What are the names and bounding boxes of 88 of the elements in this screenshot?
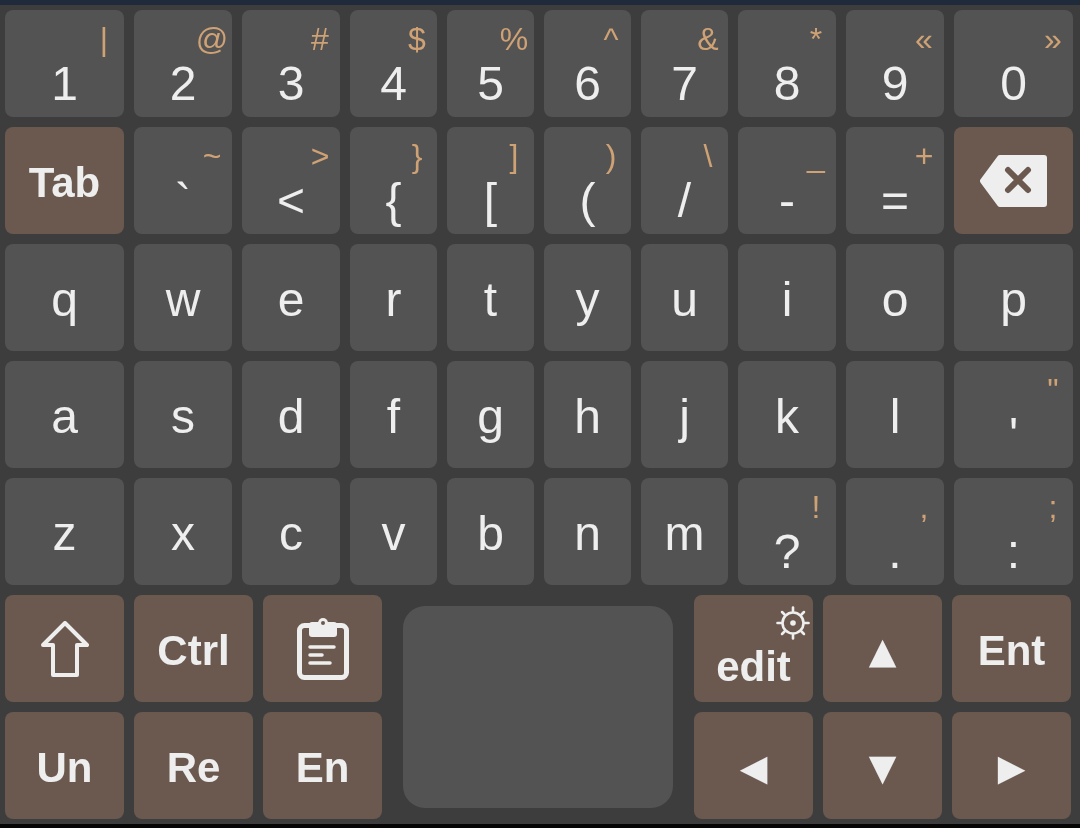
shift-symbol: \ (703, 140, 713, 172)
keyboard-key[interactable]: 2 @ (134, 10, 232, 117)
keyboard-key[interactable]: 9 « (846, 10, 944, 117)
up-arrow-icon (40, 620, 89, 677)
shift-symbol: « (915, 23, 933, 55)
keyboard-key[interactable]: p (954, 244, 1073, 351)
keyboard-key[interactable]: 7 & (641, 10, 728, 117)
function-key[interactable]: Tab (5, 127, 124, 234)
keyboard-key[interactable]: / \ (641, 127, 728, 234)
backspace-key[interactable] (954, 127, 1073, 234)
keyboard-key[interactable]: m (641, 478, 728, 585)
keyboard-key[interactable]: e (242, 244, 340, 351)
keyboard-key[interactable]: . , (846, 478, 944, 585)
arrow-key[interactable]: ▲ (823, 595, 942, 702)
shift-symbol: & (697, 23, 719, 55)
shift-symbol: + (914, 140, 934, 172)
keyboard-key[interactable]: b (447, 478, 534, 585)
keyboard-key[interactable]: ( ) (544, 127, 631, 234)
keyboard-key[interactable]: s (134, 361, 232, 468)
keyboard-key[interactable]: n (544, 478, 631, 585)
shift-symbol: > (310, 140, 330, 172)
clipboard-icon (296, 617, 349, 680)
shift-symbol: } (411, 140, 423, 172)
keyboard-key[interactable]: h (544, 361, 631, 468)
clipboard-key[interactable] (263, 595, 382, 702)
keyboard-key[interactable]: k (738, 361, 836, 468)
shift-symbol: , (919, 491, 929, 523)
keyboard-key[interactable]: o (846, 244, 944, 351)
keyboard-key[interactable]: 0 » (954, 10, 1073, 117)
shift-symbol: ~ (202, 140, 222, 172)
keyboard-key[interactable]: t (447, 244, 534, 351)
keyboard-key[interactable]: i (738, 244, 836, 351)
arrow-key[interactable]: ◀ (694, 712, 813, 819)
edit-key[interactable]: edit (694, 595, 813, 702)
gear-icon (776, 606, 810, 640)
keyboard-key[interactable]: f (350, 361, 437, 468)
keyboard-key[interactable]: q (5, 244, 124, 351)
arrow-key[interactable]: ▼ (823, 712, 942, 819)
keyboard-key[interactable]: x (134, 478, 232, 585)
keyboard-key[interactable]: 4 $ (350, 10, 437, 117)
keyboard-key[interactable]: ' " (954, 361, 1073, 468)
keyboard-key[interactable]: g (447, 361, 534, 468)
keyboard-key[interactable]: j (641, 361, 728, 468)
shift-symbol: _ (807, 140, 825, 172)
shift-symbol: ! (811, 491, 821, 523)
keyboard-key[interactable]: v (350, 478, 437, 585)
keyboard-key[interactable]: 3 # (242, 10, 340, 117)
shift-symbol: % (499, 23, 529, 55)
keyboard-key[interactable]: 6 ^ (544, 10, 631, 117)
keyboard-key[interactable]: d (242, 361, 340, 468)
shift-symbol: " (1047, 374, 1059, 406)
arrow-key[interactable]: ▶ (952, 712, 1071, 819)
function-key[interactable]: Ent (952, 595, 1071, 702)
keyboard-key[interactable]: < > (242, 127, 340, 234)
keyboard-key[interactable]: { } (350, 127, 437, 234)
keyboard-key[interactable]: = + (846, 127, 944, 234)
backspace-icon (979, 154, 1048, 207)
shift-symbol: # (311, 23, 329, 55)
keyboard-key[interactable]: c (242, 478, 340, 585)
shift-symbol: ] (509, 140, 519, 172)
shift-key[interactable] (5, 595, 124, 702)
shift-symbol: * (809, 23, 823, 55)
function-key[interactable]: Un (5, 712, 124, 819)
shift-symbol: » (1044, 23, 1062, 55)
keyboard-key[interactable]: 1 | (5, 10, 124, 117)
keyboard-key[interactable]: ` ~ (134, 127, 232, 234)
keyboard-key[interactable]: w (134, 244, 232, 351)
keyboard-key[interactable]: : ; (954, 478, 1073, 585)
shift-symbol: ; (1048, 491, 1058, 523)
keyboard-key[interactable]: [ ] (447, 127, 534, 234)
shift-symbol: ) (605, 140, 617, 172)
keyboard-key[interactable]: r (350, 244, 437, 351)
function-key[interactable]: Ctrl (134, 595, 253, 702)
keyboard-key[interactable]: ? ! (738, 478, 836, 585)
function-key[interactable]: Re (134, 712, 253, 819)
shift-symbol: $ (408, 23, 426, 55)
keyboard-key[interactable]: 5 % (447, 10, 534, 117)
keyboard-key[interactable]: u (641, 244, 728, 351)
keyboard-key[interactable]: l (846, 361, 944, 468)
function-key[interactable]: En (263, 712, 382, 819)
keyboard-key[interactable]: y (544, 244, 631, 351)
shift-symbol: @ (195, 23, 229, 55)
keyboard-key[interactable]: a (5, 361, 124, 468)
keyboard-key[interactable]: 8 * (738, 10, 836, 117)
keyboard-key[interactable]: - _ (738, 127, 836, 234)
shift-symbol: | (99, 23, 109, 55)
shift-symbol: ^ (603, 23, 619, 55)
keyboard-key[interactable]: z (5, 478, 124, 585)
